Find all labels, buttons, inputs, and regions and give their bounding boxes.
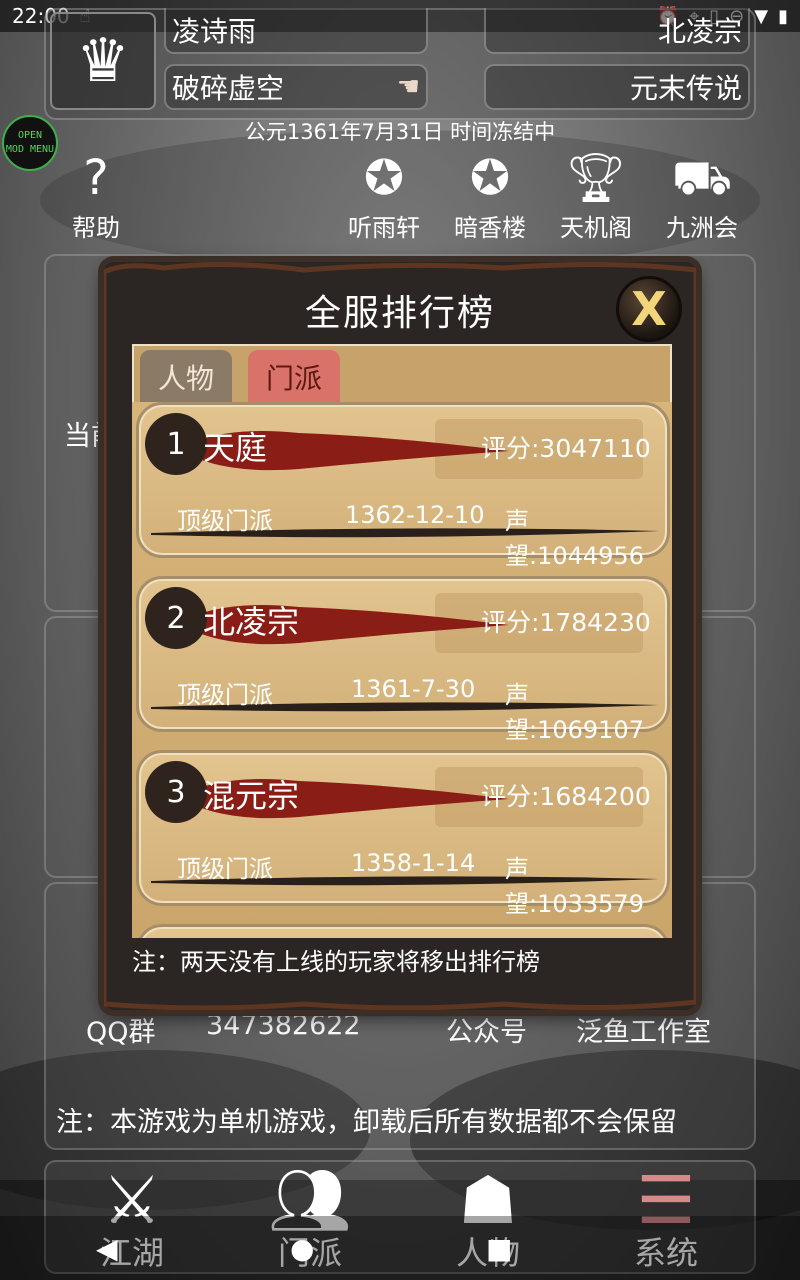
help-label: 帮助 bbox=[72, 214, 120, 242]
help-button[interactable]: ? 帮助 bbox=[46, 148, 146, 243]
title-label: 元末传说 bbox=[629, 72, 742, 105]
reputation: 声望:1044956 bbox=[505, 507, 644, 570]
title-field: 元末传说 bbox=[484, 64, 750, 110]
system-nav-bar bbox=[0, 1216, 800, 1280]
rank-card-partial[interactable] bbox=[136, 924, 670, 938]
sect-level: 顶级门派 bbox=[177, 855, 273, 883]
rank-card[interactable]: 1 天庭 评分:3047110 顶级门派 1362-12-10 声望:10449… bbox=[136, 402, 670, 570]
founded-date: 1358-1-14 bbox=[351, 849, 476, 877]
battery-icon: ▮ bbox=[778, 5, 788, 27]
reputation: 声望:1069107 bbox=[505, 681, 644, 744]
tab-sect-label: 门派 bbox=[265, 362, 322, 395]
rank-card[interactable]: 3 混元宗 评分:1684200 顶级门派 1358-1-14 声望:10335… bbox=[136, 750, 670, 918]
wifi-icon: ▼ bbox=[754, 5, 769, 27]
realm-field[interactable]: 破碎虚空 ☚ bbox=[164, 64, 428, 110]
sect-level: 顶级门派 bbox=[177, 507, 273, 535]
mod-menu-line1: OPEN bbox=[17, 130, 43, 141]
wechat-name: 泛鱼工作室 bbox=[576, 1017, 711, 1048]
reputation: 声望:1033579 bbox=[505, 855, 644, 918]
realm-label: 破碎虚空 bbox=[172, 72, 285, 105]
tingyuxuan-label: 听雨轩 bbox=[348, 214, 420, 242]
sect-name: 混元宗 bbox=[203, 777, 300, 815]
dialog-title: 全服排行榜 bbox=[304, 293, 495, 334]
trophy-icon: 🏆︎ bbox=[565, 150, 627, 206]
jiuzhouhui-button[interactable]: ⛟ 九洲会 bbox=[652, 148, 752, 243]
qq-number[interactable]: 347382622 bbox=[206, 1010, 361, 1041]
sect-name-field: 北凌宗 bbox=[484, 8, 750, 54]
rank-list[interactable]: 1 天庭 评分:3047110 顶级门派 1362-12-10 声望:10449… bbox=[132, 402, 672, 938]
wechat-label: 公众号 bbox=[446, 1017, 527, 1048]
player-name: 凌诗雨 bbox=[172, 15, 257, 48]
tab-person-label: 人物 bbox=[157, 362, 214, 395]
sect-name: 天庭 bbox=[203, 429, 268, 467]
rank-card[interactable]: 2 北凌宗 评分:1784230 顶级门派 1361-7-30 声望:10691… bbox=[136, 576, 670, 744]
home-icon[interactable]: ● bbox=[290, 1232, 314, 1265]
anxianglou-button[interactable]: ✪ 暗香楼 bbox=[440, 148, 540, 243]
close-icon: X bbox=[631, 282, 667, 336]
tingyuxuan-button[interactable]: ✪ 听雨轩 bbox=[334, 148, 434, 243]
tianjige-label: 天机阁 bbox=[560, 214, 632, 242]
score: 评分:3047110 bbox=[481, 434, 651, 463]
player-name-field: 凌诗雨 bbox=[164, 8, 428, 54]
rank-number: 2 bbox=[145, 587, 207, 649]
rank-number: 3 bbox=[145, 761, 207, 823]
score: 评分:1684200 bbox=[481, 782, 651, 811]
anxianglou-label: 暗香楼 bbox=[454, 214, 526, 242]
founded-date: 1362-12-10 bbox=[345, 501, 485, 529]
back-icon[interactable]: ◀ bbox=[96, 1232, 118, 1265]
tab-person[interactable]: 人物 bbox=[140, 350, 232, 404]
sect-name: 北凌宗 bbox=[203, 603, 300, 641]
medal-icon: ✪ bbox=[363, 150, 405, 206]
question-icon: ? bbox=[83, 150, 109, 206]
close-button[interactable]: X bbox=[616, 276, 682, 342]
rank-number: 1 bbox=[145, 413, 207, 475]
crown-icon: ♛ bbox=[76, 26, 130, 96]
recents-icon[interactable]: ■ bbox=[486, 1232, 512, 1265]
cart-icon: ⛟ bbox=[671, 150, 733, 206]
offline-note: 注：本游戏为单机游戏，卸载后所有数据都不会保留 bbox=[56, 1107, 677, 1138]
crown-avatar[interactable]: ♛ bbox=[50, 12, 156, 110]
pointing-hand-icon: ☚ bbox=[396, 72, 420, 102]
medal-icon: ✪ bbox=[469, 150, 511, 206]
qq-label: QQ群 bbox=[86, 1017, 156, 1048]
game-date: 公元1361年7月31日 时间冻结中 bbox=[244, 120, 556, 144]
leaderboard-note: 注：两天没有上线的玩家将移出排行榜 bbox=[132, 948, 540, 976]
jiuzhouhui-label: 九洲会 bbox=[666, 214, 738, 242]
sect-level: 顶级门派 bbox=[177, 681, 273, 709]
tab-sect[interactable]: 门派 bbox=[248, 350, 340, 404]
founded-date: 1361-7-30 bbox=[351, 675, 476, 703]
sect-name: 北凌宗 bbox=[657, 15, 742, 48]
tianjige-button[interactable]: 🏆︎ 天机阁 bbox=[546, 148, 646, 243]
score: 评分:1784230 bbox=[481, 608, 651, 637]
